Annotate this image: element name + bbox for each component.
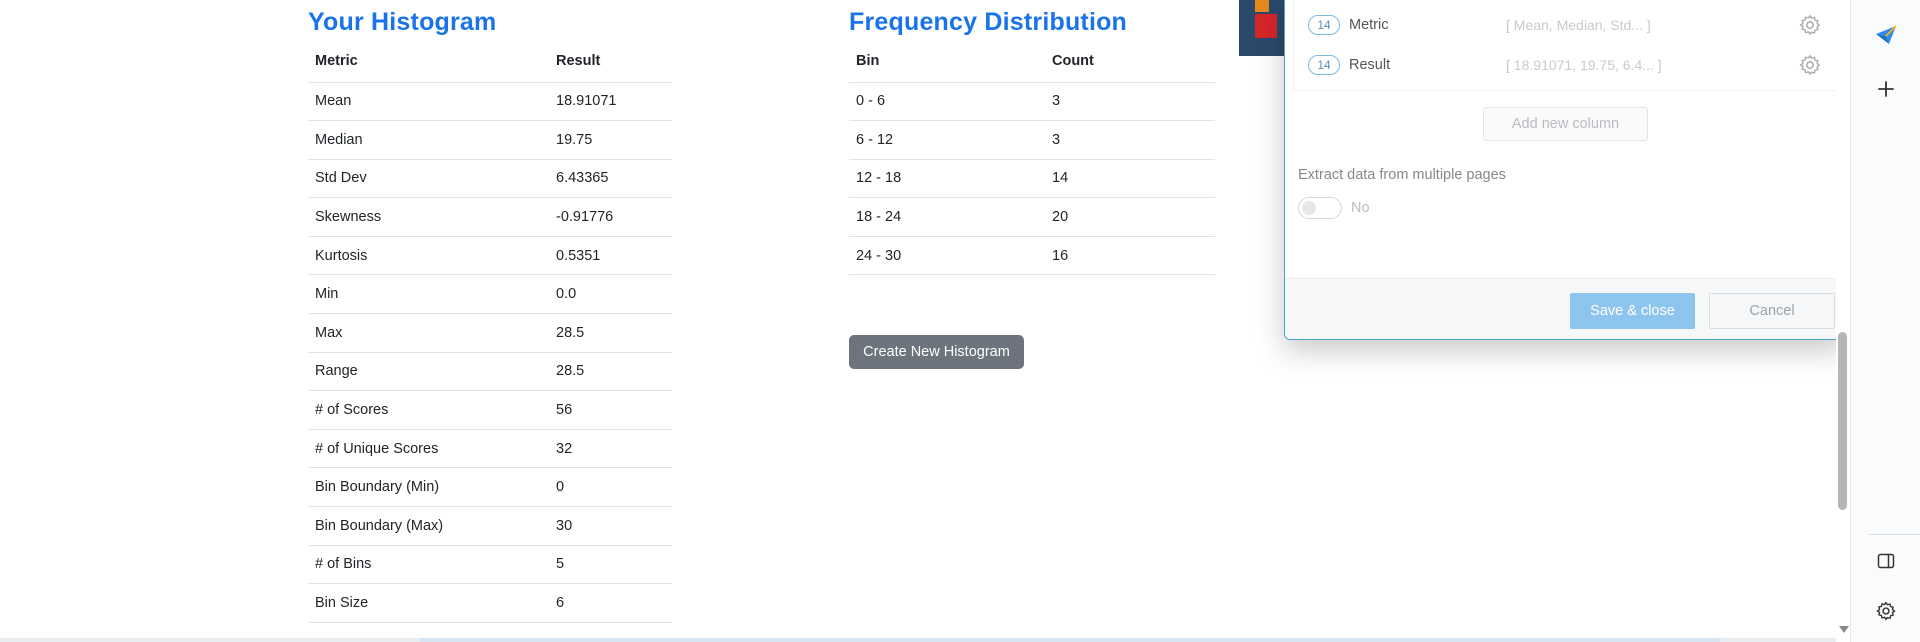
table-row: Mean 18.91071: [308, 82, 672, 122]
frequency-table: Bin Count 0 - 636 - 12 3 12 - 18 14 18 - 24 2…: [849, 40, 1215, 276]
column-preview: [ 18.91071, 19.75, 6.4... ]: [1506, 57, 1662, 73]
column-name: Result: [1349, 57, 1391, 73]
row-label: 6 - 12: [849, 120, 1045, 160]
scroll-down-arrow-icon[interactable]: [1839, 626, 1849, 633]
row-label: 18 - 24: [849, 197, 1045, 237]
table-row: Min 0.0: [308, 274, 672, 315]
table-row: # of Bins 5: [308, 545, 672, 585]
row-label: Bin Boundary (Min): [308, 467, 549, 508]
row-label: Min: [308, 274, 549, 315]
column-row-metric[interactable]: 14 Metric [ Mean, Median, Std... ]: [1294, 5, 1840, 45]
row-label: Kurtosis: [308, 236, 549, 276]
page-bottom-border: [0, 638, 1850, 642]
table-row: 18 - 24 20: [849, 197, 1215, 237]
extract-multiple-pages-toggle[interactable]: [1298, 197, 1342, 219]
table-row: Kurtosis 0.5351: [308, 236, 672, 276]
row-label: Max: [308, 313, 549, 353]
column-list: 14 Metric [ Mean, Median, Std... ] 14 Re…: [1293, 0, 1839, 91]
column-preview: [ Mean, Median, Std... ]: [1506, 17, 1651, 33]
row-label: # of Bins: [308, 545, 549, 585]
save-and-close-button[interactable]: Save & close: [1570, 293, 1695, 329]
side-panel-icon[interactable]: [1873, 548, 1899, 574]
row-value: 0.5351: [549, 236, 672, 276]
row-value: 14: [1045, 159, 1215, 199]
row-label: Range: [308, 352, 549, 392]
page-scrollbar[interactable]: [1836, 0, 1850, 642]
column-header-bin: Bin: [849, 40, 1045, 83]
browser-sidebar: [1850, 0, 1920, 642]
column-count-badge: 14: [1308, 15, 1340, 35]
column-name: Metric: [1349, 17, 1389, 33]
row-label: Skewness: [308, 197, 549, 237]
histogram-title: Your Histogram: [308, 8, 497, 36]
table-row: Max 28.5: [308, 313, 672, 353]
row-value: -0.91776: [549, 197, 672, 237]
row-value: 6: [549, 583, 672, 623]
row-value: 56: [549, 390, 672, 430]
table-row: # of Unique Scores 32: [308, 429, 672, 469]
table-row: 24 - 30 16: [849, 236, 1215, 276]
create-new-histogram-button[interactable]: Create New Histogram: [849, 335, 1024, 369]
send-icon[interactable]: [1873, 22, 1899, 48]
column-row-result[interactable]: 14 Result [ 18.91071, 19.75, 6.4... ]: [1294, 45, 1840, 85]
extract-multiple-pages-label: Extract data from multiple pages: [1298, 167, 1506, 183]
table-header-row: Bin Count: [849, 40, 1215, 83]
table-row: Median 19.75: [308, 120, 672, 160]
table-row: Bin Size 6: [308, 583, 672, 623]
row-value: 18.91071: [549, 82, 672, 122]
table-row: Range 28.5: [308, 352, 672, 392]
row-label: Bin Size: [308, 583, 549, 623]
row-value: 6.43365: [549, 159, 672, 199]
sidebar-divider: [1869, 534, 1920, 535]
row-label: 24 - 30: [849, 236, 1045, 276]
row-label: 0 - 6: [849, 82, 1045, 122]
table-row: 12 - 18 14: [849, 159, 1215, 199]
row-value: 3: [1045, 120, 1215, 160]
table-row: Bin Boundary (Min) 0: [308, 467, 672, 508]
table-header-row: Metric Result: [308, 40, 672, 83]
settings-gear-icon[interactable]: [1873, 598, 1899, 624]
frequency-title: Frequency Distribution: [849, 8, 1128, 36]
add-new-column-button[interactable]: Add new column: [1483, 107, 1648, 141]
gear-icon[interactable]: [1798, 13, 1822, 37]
row-value: 19.75: [549, 120, 672, 160]
column-count-badge: 14: [1308, 55, 1340, 75]
row-value: 0: [549, 467, 672, 508]
table-row: 6 - 12 3: [849, 120, 1215, 160]
row-value: 5: [549, 545, 672, 585]
table-row: Bin Boundary (Max) 30: [308, 506, 672, 546]
toggle-value-label: No: [1351, 200, 1370, 216]
row-label: Bin Boundary (Max): [308, 506, 549, 546]
scrollbar-thumb[interactable]: [1838, 332, 1847, 510]
cancel-button[interactable]: Cancel: [1709, 293, 1835, 329]
table-row: 0 - 63: [849, 82, 1215, 122]
row-label: # of Unique Scores: [308, 429, 549, 469]
row-value: 16: [1045, 236, 1215, 276]
column-header-count: Count: [1045, 40, 1215, 83]
metrics-table: Metric Result Mean 18.91071 Median 19.75 Std…: [308, 40, 672, 623]
row-label: Mean: [308, 82, 549, 122]
plus-icon[interactable]: [1873, 76, 1899, 102]
column-header-result: Result: [549, 40, 672, 83]
row-value: 32: [549, 429, 672, 469]
page: Your Histogram Metric Result Mean 18.9107…: [0, 0, 1850, 642]
row-label: Std Dev: [308, 159, 549, 199]
table-row: Std Dev 6.43365: [308, 159, 672, 199]
column-config-dialog: 14 Metric [ Mean, Median, Std... ] 14 Re…: [1284, 0, 1846, 340]
row-value: 3: [1045, 82, 1215, 122]
gear-icon[interactable]: [1798, 53, 1822, 77]
column-header-metric: Metric: [308, 40, 549, 83]
row-value: 28.5: [549, 313, 672, 353]
row-value: 20: [1045, 197, 1215, 237]
row-label: 12 - 18: [849, 159, 1045, 199]
table-row: Skewness -0.91776: [308, 197, 672, 237]
row-label: # of Scores: [308, 390, 549, 430]
row-value: 28.5: [549, 352, 672, 392]
dialog-footer: Save & close Cancel: [1285, 278, 1845, 339]
row-value: 30: [549, 506, 672, 546]
row-value: 0.0: [549, 274, 672, 315]
row-label: Median: [308, 120, 549, 160]
toggle-knob: [1302, 201, 1316, 215]
table-row: # of Scores 56: [308, 390, 672, 430]
